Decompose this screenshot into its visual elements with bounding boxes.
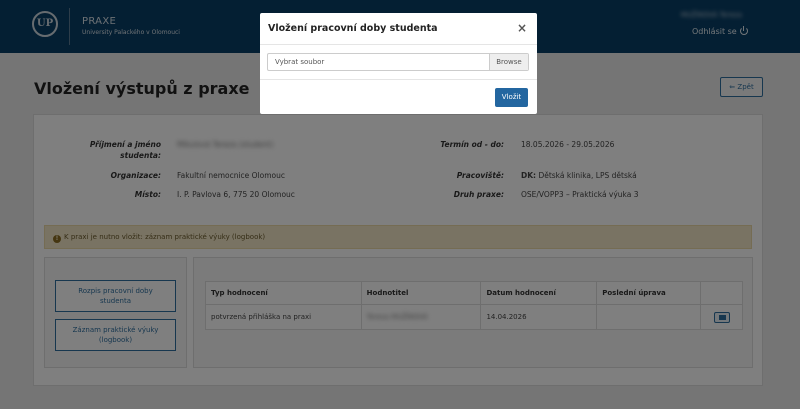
modal-divider-bottom [260,79,537,80]
browse-button[interactable]: Browse [489,54,528,70]
close-icon[interactable]: × [517,21,527,35]
upload-modal: Vložení pracovní doby studenta × Vybrat … [260,13,537,114]
submit-button[interactable]: Vložit [495,88,528,107]
file-input[interactable]: Vybrat soubor Browse [267,53,529,71]
file-placeholder: Vybrat soubor [275,58,325,66]
modal-divider-top [260,44,537,45]
modal-title: Vložení pracovní doby studenta [268,23,438,34]
